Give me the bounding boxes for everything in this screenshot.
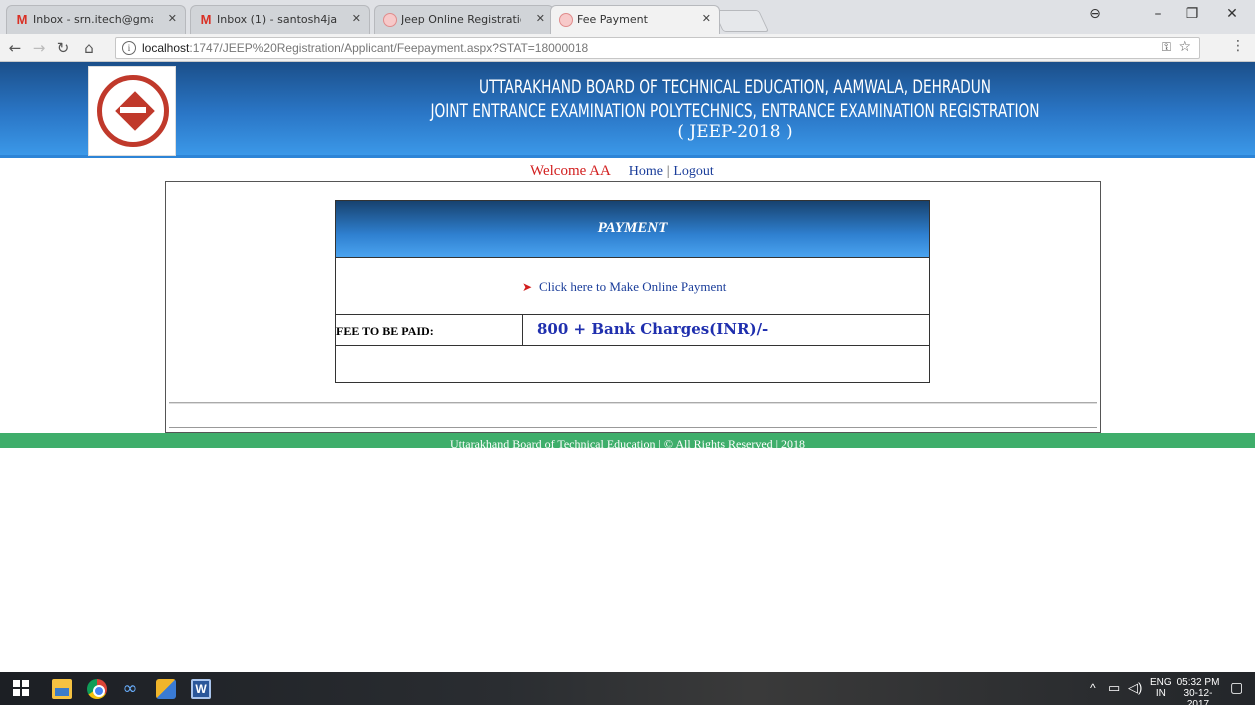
page-footer: Uttarakhand Board of Technical Education… — [0, 433, 1255, 451]
browser-toolbar: ← → ↻ ⌂ i localhost:1747/JEEP%20Registra… — [0, 34, 1255, 62]
fee-label: FEE TO BE PAID: — [336, 324, 434, 338]
page-header-banner: UTTARAKHAND BOARD OF TECHNICAL EDUCATION… — [0, 62, 1255, 158]
tab-inbox-2[interactable]: M Inbox (1) - santosh4jan9 ✕ — [190, 5, 370, 34]
back-icon[interactable]: ← — [6, 39, 24, 57]
gmail-icon: M — [200, 12, 212, 27]
fee-row: FEE TO BE PAID: 800 + Bank Charges(INR)/… — [336, 315, 929, 346]
fee-value: 800 + Bank Charges(INR)/- — [537, 320, 769, 338]
close-icon[interactable]: ✕ — [702, 12, 711, 25]
footer-text: Uttarakhand Board of Technical Education… — [449, 437, 806, 451]
tray-chevron-icon[interactable]: ^ — [1090, 681, 1096, 695]
close-icon[interactable]: ✕ — [168, 12, 177, 25]
key-icon[interactable]: ⚿ — [1162, 40, 1171, 55]
lang-code: ENG — [1150, 677, 1172, 688]
payment-box: PAYMENT ➤ Click here to Make Online Paym… — [335, 200, 930, 383]
divider — [169, 427, 1097, 428]
header-line-1: UTTARAKHAND BOARD OF TECHNICAL EDUCATION… — [479, 76, 991, 98]
welcome-bar: Welcome AA Home | Logout — [530, 163, 714, 180]
clock-time: 05:32 PM — [1176, 677, 1220, 688]
logout-link[interactable]: Logout — [673, 164, 713, 179]
header-line-3: ( JEEP-2018 ) — [677, 122, 793, 142]
app-tool-icon[interactable] — [156, 679, 176, 699]
restore-icon[interactable]: ❐ — [1182, 6, 1202, 22]
window-close-icon[interactable]: ✕ — [1222, 6, 1242, 22]
new-tab-button[interactable] — [712, 10, 770, 32]
chrome-icon[interactable] — [87, 679, 107, 699]
header-line-2: JOINT ENTRANCE EXAMINATION POLYTECHNICS,… — [430, 100, 1040, 122]
browser-tab-strip: M Inbox - srn.itech@gmail. ✕ M Inbox (1)… — [0, 0, 1255, 34]
lang-region: IN — [1155, 688, 1166, 699]
make-online-payment-link[interactable]: Click here to Make Online Payment — [539, 279, 726, 295]
profile-icon[interactable]: ⊖ — [1085, 6, 1105, 22]
tab-label: Fee Payment — [577, 13, 648, 26]
divider — [169, 402, 1097, 404]
payment-link-row: ➤ Click here to Make Online Payment — [336, 258, 929, 315]
file-explorer-icon[interactable] — [52, 679, 72, 699]
bookmark-star-icon[interactable]: ☆ — [1178, 39, 1191, 55]
windows-start-icon[interactable] — [12, 679, 32, 699]
reload-icon[interactable]: ↻ — [54, 39, 72, 57]
payment-title: PAYMENT — [597, 220, 668, 236]
language-indicator[interactable]: ENG IN — [1150, 677, 1172, 699]
address-bar[interactable]: i localhost:1747/JEEP%20Registration/App… — [115, 37, 1200, 59]
windows-taskbar: ∞ W ^ ▭ ◁) ENG IN 05:32 PM 30-12-2017 ▢ — [0, 672, 1255, 705]
gmail-icon: M — [16, 12, 28, 27]
tab-label: Inbox (1) - santosh4jan9 — [217, 13, 337, 26]
logo-emblem-icon — [97, 75, 169, 147]
nav-separator: | — [666, 164, 670, 179]
url-text[interactable]: localhost:1747/JEEP%20Registration/Appli… — [142, 41, 588, 55]
close-icon[interactable]: ✕ — [352, 12, 361, 25]
word-icon[interactable]: W — [191, 679, 211, 699]
arrow-right-icon: ➤ — [522, 280, 533, 294]
infinity-app-icon[interactable]: ∞ — [120, 679, 140, 699]
tab-label: Inbox - srn.itech@gmail. — [33, 13, 153, 26]
emblem-icon — [383, 13, 397, 27]
tab-jeep-registration[interactable]: Jeep Online Registration ✕ — [374, 5, 554, 34]
tab-label: Jeep Online Registration — [401, 13, 521, 26]
minimize-icon[interactable]: – — [1148, 6, 1168, 22]
home-link[interactable]: Home — [629, 164, 663, 179]
clock-date: 30-12-2017 — [1183, 688, 1213, 705]
board-logo — [88, 66, 176, 156]
network-icon[interactable]: ▭ — [1108, 680, 1120, 696]
forward-icon[interactable]: → — [30, 39, 48, 57]
payment-header: PAYMENT — [336, 201, 929, 258]
tab-fee-payment[interactable]: Fee Payment ✕ — [550, 5, 720, 34]
menu-kebab-icon[interactable]: ⋮ — [1231, 38, 1245, 54]
url-path: :1747/JEEP%20Registration/Applicant/Feep… — [189, 41, 589, 55]
info-icon[interactable]: i — [122, 41, 136, 55]
home-icon[interactable]: ⌂ — [80, 39, 98, 57]
notifications-icon[interactable]: ▢ — [1230, 679, 1243, 696]
tab-inbox-1[interactable]: M Inbox - srn.itech@gmail. ✕ — [6, 5, 186, 34]
close-icon[interactable]: ✕ — [536, 12, 545, 25]
clock[interactable]: 05:32 PM 30-12-2017 — [1176, 677, 1220, 705]
emblem-icon — [559, 13, 573, 27]
url-host: localhost — [142, 41, 190, 55]
volume-icon[interactable]: ◁) — [1128, 680, 1142, 696]
welcome-text: Welcome AA — [530, 163, 611, 179]
